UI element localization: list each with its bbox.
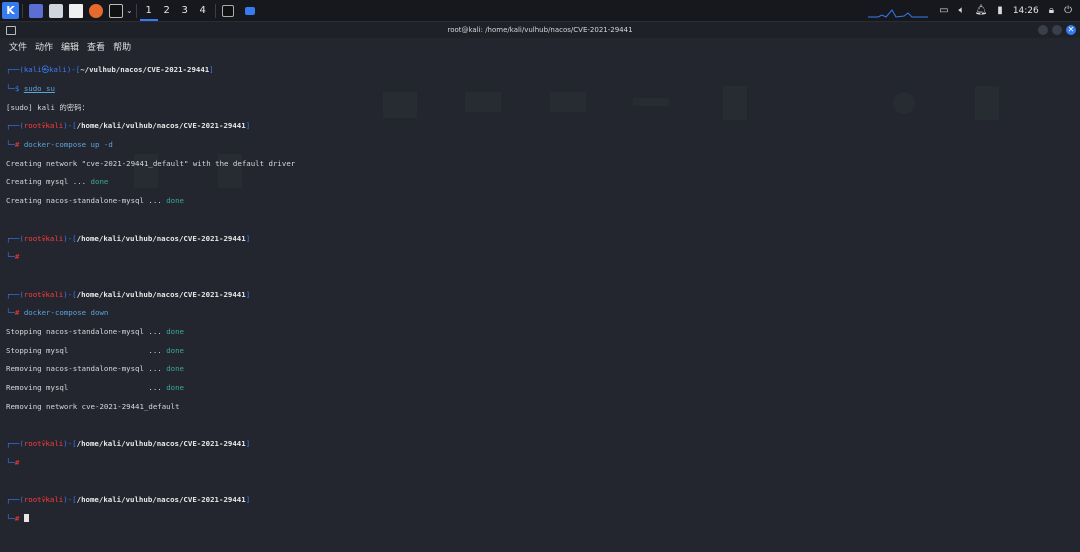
kali-menu-icon: K [2, 2, 19, 19]
output-line: Removing nacos-standalone-mysql ... done [6, 364, 184, 374]
text-editor-icon[interactable] [69, 3, 83, 18]
terminal-window: root@kali: /home/kali/vulhub/nacos/CVE-2… [0, 22, 1080, 552]
prompt-line: ┌──(root💀︎kali)-[/home/kali/vulhub/nacos… [6, 289, 251, 299]
close-button[interactable]: ✕ [1066, 25, 1076, 35]
prompt-line: ┌──(root💀︎kali)-[/home/kali/vulhub/nacos… [6, 121, 251, 131]
title-bar[interactable]: root@kali: /home/kali/vulhub/nacos/CVE-2… [0, 22, 1080, 38]
output-line: [sudo] kali 的密码： [6, 102, 89, 112]
output-line: Creating mysql ... done [6, 177, 109, 187]
folder-window-icon[interactable] [244, 6, 255, 15]
volume-icon[interactable]: 🔈︎ [959, 5, 965, 16]
output-line: Stopping nacos-standalone-mysql ... done [6, 326, 184, 336]
workspace-2[interactable]: 2 [158, 0, 176, 21]
output-line: Removing mysql ... done [6, 383, 184, 393]
prompt-line: ┌──(root💀︎kali)-[/home/kali/vulhub/nacos… [6, 233, 251, 243]
close-icon: ✕ [1067, 25, 1075, 34]
system-tray: ▭ 🔈︎ 🔔︎ ▮ 14:26 🔒︎ ⏻ [939, 0, 1080, 21]
command-line: └─# docker-compose down [6, 308, 109, 318]
panel-separator [22, 3, 23, 18]
prompt-line: ┌──(kali㉿kali)-[~/vulhub/nacos/CVE-2021-… [6, 65, 214, 75]
menu-edit[interactable]: 编辑 [61, 40, 79, 53]
menu-help[interactable]: 帮助 [113, 40, 131, 53]
panel-separator [214, 3, 216, 18]
output-line: Removing network cve-2021-29441_default [6, 401, 180, 411]
menu-bar: 文件 动作 编辑 查看 帮助 [0, 38, 1080, 55]
output-line: Creating nacos-standalone-mysql ... done [6, 196, 184, 206]
minimize-button[interactable] [1038, 25, 1048, 35]
desktop-icon[interactable] [29, 3, 43, 18]
menu-action[interactable]: 动作 [35, 40, 53, 53]
prompt-line: ┌──(root💀︎kali)-[/home/kali/vulhub/nacos… [6, 495, 251, 505]
kali-menu-button[interactable]: K [0, 0, 19, 21]
bell-icon[interactable]: 🔔︎ [975, 5, 988, 16]
command-line: └─# [6, 252, 20, 262]
terminal-output[interactable]: ┌──(kali㉿kali)-[~/vulhub/nacos/CVE-2021-… [6, 56, 1080, 542]
chevron-down-icon[interactable]: ⌄ [126, 6, 133, 15]
terminal-window-icon[interactable] [221, 4, 234, 17]
command-line: └─# [6, 457, 20, 467]
command-line: └─$ sudo su [6, 84, 55, 94]
workspace-4[interactable]: 4 [194, 0, 212, 21]
clock[interactable]: 14:26 [1013, 6, 1039, 16]
panel-separator [135, 3, 137, 18]
battery-icon[interactable]: ▮ [997, 5, 1003, 16]
workspace-3[interactable]: 3 [176, 0, 194, 21]
text-cursor [23, 513, 29, 522]
maximize-button[interactable] [1052, 25, 1062, 35]
prompt-line: ┌──(root💀︎kali)-[/home/kali/vulhub/nacos… [6, 439, 251, 449]
top-panel: K ⌄ 1 2 3 4 ▭ 🔈︎ 🔔︎ ▮ 14:26 🔒︎ ⏻ [0, 0, 1080, 22]
window-title: root@kali: /home/kali/vulhub/nacos/CVE-2… [447, 26, 633, 34]
lock-icon[interactable]: 🔒︎ [1049, 5, 1054, 16]
network-graph-icon [868, 9, 928, 18]
firefox-icon[interactable] [89, 3, 103, 18]
menu-view[interactable]: 查看 [87, 40, 105, 53]
command-line: └─# [6, 513, 1080, 523]
terminal-icon[interactable] [109, 3, 123, 18]
command-line: └─# docker-compose up -d [6, 140, 113, 150]
menu-file[interactable]: 文件 [9, 40, 27, 53]
output-line: Creating network "cve-2021-29441_default… [6, 158, 296, 168]
logout-icon[interactable]: ⏻ [1064, 5, 1072, 16]
workspace-1[interactable]: 1 [139, 0, 158, 21]
file-manager-icon[interactable] [49, 3, 63, 18]
output-line: Stopping mysql ... done [6, 345, 184, 355]
monitor-icon[interactable]: ▭ [939, 5, 948, 16]
